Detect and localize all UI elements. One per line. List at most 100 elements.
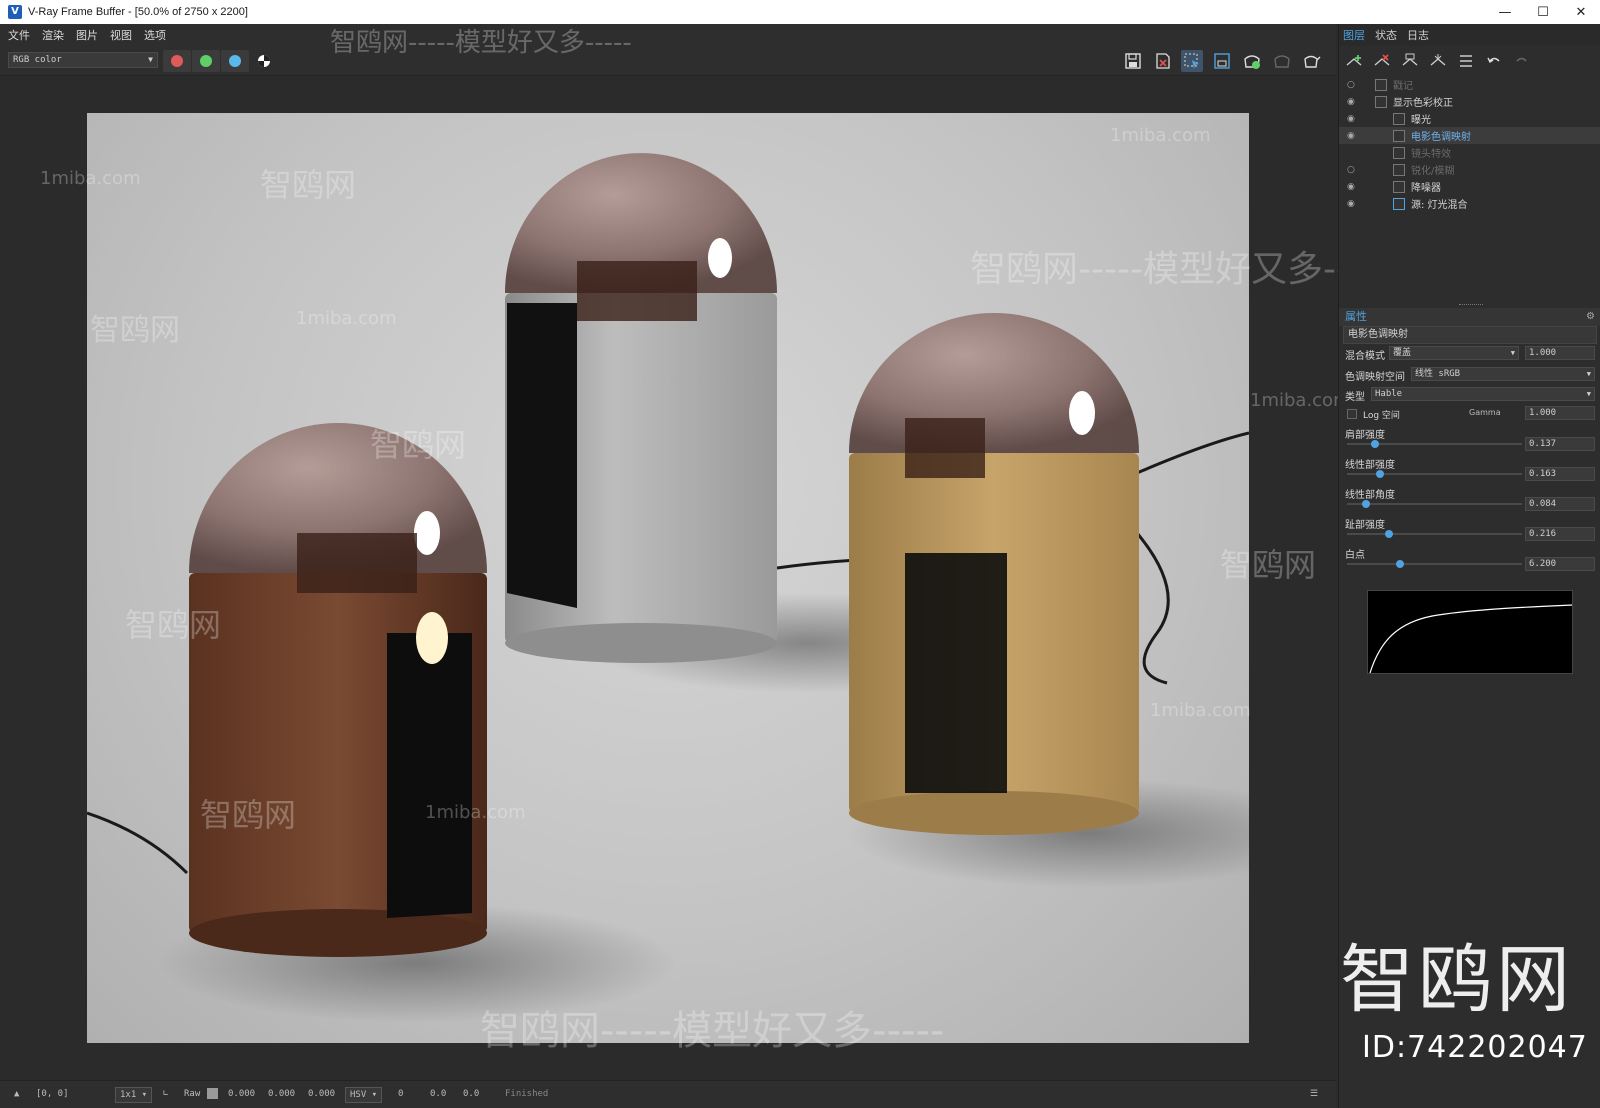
slider-track[interactable]: [1347, 530, 1522, 538]
slider-handle[interactable]: [1361, 500, 1370, 508]
menu-view[interactable]: 视图: [110, 27, 132, 43]
chevron-down-icon: ▼: [1510, 349, 1515, 357]
hsv-s: 0.0: [430, 1089, 447, 1099]
sample-size-select[interactable]: 1x1 ▾: [115, 1087, 153, 1103]
gamma-input[interactable]: 1.000: [1525, 406, 1595, 420]
tonemap-space-label: 色调映射空间: [1345, 372, 1405, 383]
delete-layer-icon[interactable]: [1371, 51, 1393, 71]
filmic-tonemap-icon: [1393, 129, 1405, 142]
red-dot-icon: [171, 55, 183, 67]
layer-name-field[interactable]: 电影色调映射: [1343, 326, 1597, 344]
pick-icon[interactable]: ∟: [163, 1089, 168, 1099]
status-bar: ▲ [0, 0] 1x1 ▾ ∟ Raw 0.000 0.000 0.000 H…: [0, 1080, 1336, 1108]
tonemap-space-select[interactable]: 线性 sRGB ▼: [1411, 367, 1595, 381]
blue-channel-button[interactable]: [221, 50, 249, 72]
log-icon[interactable]: ☰: [1310, 1089, 1318, 1099]
menu-file[interactable]: 文件: [8, 27, 30, 43]
menu-options[interactable]: 选项: [144, 27, 166, 43]
sample-size-value: 1x1: [120, 1090, 137, 1100]
slider-handle[interactable]: [1384, 530, 1393, 538]
type-value: Hable: [1375, 389, 1403, 399]
eye-icon[interactable]: ◉: [1347, 182, 1359, 192]
render-image[interactable]: [87, 113, 1249, 1043]
slider-value-input[interactable]: 6.200: [1525, 557, 1595, 571]
menu-image[interactable]: 图片: [76, 27, 98, 43]
save-icon[interactable]: [1122, 50, 1144, 72]
layer-row-selected[interactable]: ◉ 电影色调映射: [1339, 127, 1600, 144]
region-icon[interactable]: [1211, 50, 1233, 72]
eye-icon[interactable]: ◉: [1347, 131, 1359, 141]
slider-track[interactable]: [1347, 470, 1522, 478]
layer-row[interactable]: 镜头特效: [1339, 144, 1600, 161]
color-mode-select[interactable]: HSV ▾: [345, 1087, 383, 1103]
slider-handle[interactable]: [1396, 560, 1404, 568]
raw-label: Raw: [184, 1089, 201, 1099]
slider-track[interactable]: [1347, 500, 1522, 508]
teapot-icon[interactable]: [1300, 50, 1322, 72]
slider-value-input[interactable]: 0.163: [1525, 467, 1595, 481]
gear-icon[interactable]: ⚙: [1586, 308, 1595, 326]
red-channel-button[interactable]: [163, 50, 191, 72]
slider-value-input[interactable]: 0.084: [1525, 497, 1595, 511]
load-layers-icon[interactable]: [1427, 51, 1449, 71]
render-icon[interactable]: [1241, 50, 1263, 72]
minimize-icon[interactable]: —: [1486, 0, 1524, 24]
stamp-icon: [1375, 78, 1387, 91]
tonemap-curve: [1367, 590, 1573, 674]
green-channel-button[interactable]: [192, 50, 220, 72]
eye-hidden-icon[interactable]: ○: [1347, 80, 1359, 90]
add-layer-icon[interactable]: [1343, 51, 1365, 71]
channel-select[interactable]: RGB color ▼: [8, 52, 158, 68]
gamma-label: Gamma: [1469, 408, 1501, 417]
blend-mode-select[interactable]: 覆盖 ▼: [1389, 346, 1519, 360]
slider-value-input[interactable]: 0.137: [1525, 437, 1595, 451]
save-layers-icon[interactable]: [1399, 51, 1421, 71]
slider-track[interactable]: [1347, 560, 1522, 568]
eye-hidden-icon[interactable]: ○: [1347, 165, 1359, 175]
layer-row[interactable]: ○ 锐化/模糊: [1339, 161, 1600, 178]
sharpen-icon: [1393, 163, 1405, 176]
eye-icon[interactable]: ◉: [1347, 97, 1359, 107]
layer-row[interactable]: ◉ 源: 灯光混合: [1339, 195, 1600, 212]
type-select[interactable]: Hable ▼: [1371, 387, 1595, 401]
properties-title: 属性: [1345, 310, 1367, 323]
layer-row[interactable]: ○ 戳记: [1339, 76, 1600, 93]
render-lamps-illustration: [87, 153, 1249, 1023]
undo-icon[interactable]: [1483, 51, 1505, 71]
layer-list-icon[interactable]: [1455, 51, 1477, 71]
eye-icon[interactable]: ◉: [1347, 199, 1359, 209]
denoiser-icon: [1393, 180, 1405, 193]
menu-render[interactable]: 渲染: [42, 27, 64, 43]
pin-icon[interactable]: ▲: [14, 1089, 19, 1099]
eye-icon[interactable]: ◉: [1347, 114, 1359, 124]
log-space-checkbox[interactable]: [1347, 409, 1357, 419]
slider-handle[interactable]: [1370, 440, 1379, 448]
panel-splitter[interactable]: [1459, 304, 1483, 307]
lens-effects-icon: [1393, 146, 1405, 159]
layers-toolbar: [1339, 46, 1600, 76]
layer-row[interactable]: ◉ 曝光: [1339, 110, 1600, 127]
vray-app-icon: V: [8, 5, 22, 19]
layer-name: 曝光: [1411, 115, 1431, 126]
raw-g: 0.000: [268, 1089, 296, 1099]
close-icon[interactable]: ✕: [1562, 0, 1600, 24]
maximize-icon[interactable]: ☐: [1524, 0, 1562, 24]
render-disabled-icon[interactable]: [1271, 50, 1293, 72]
slider-handle[interactable]: [1375, 470, 1384, 478]
clear-icon[interactable]: [1152, 50, 1174, 72]
tonemap-space-value: 线性 sRGB: [1415, 369, 1461, 379]
alpha-channel-button[interactable]: [250, 50, 278, 72]
layer-row[interactable]: ◉ 显示色彩校正: [1339, 93, 1600, 110]
tab-log[interactable]: 日志: [1407, 27, 1429, 43]
region-select-icon[interactable]: [1181, 50, 1203, 72]
panel-tabs: 图层 状态 日志: [1339, 24, 1600, 46]
chevron-down-icon: ▼: [148, 55, 153, 64]
tab-layers[interactable]: 图层: [1343, 27, 1365, 43]
layer-name: 显示色彩校正: [1393, 98, 1453, 109]
slider-track[interactable]: [1347, 440, 1522, 448]
slider-value-input[interactable]: 0.216: [1525, 527, 1595, 541]
layer-row[interactable]: ◉ 降噪器: [1339, 178, 1600, 195]
blend-amount-input[interactable]: 1.000: [1525, 346, 1595, 360]
tab-stats[interactable]: 状态: [1375, 27, 1397, 43]
redo-icon[interactable]: [1511, 51, 1533, 71]
